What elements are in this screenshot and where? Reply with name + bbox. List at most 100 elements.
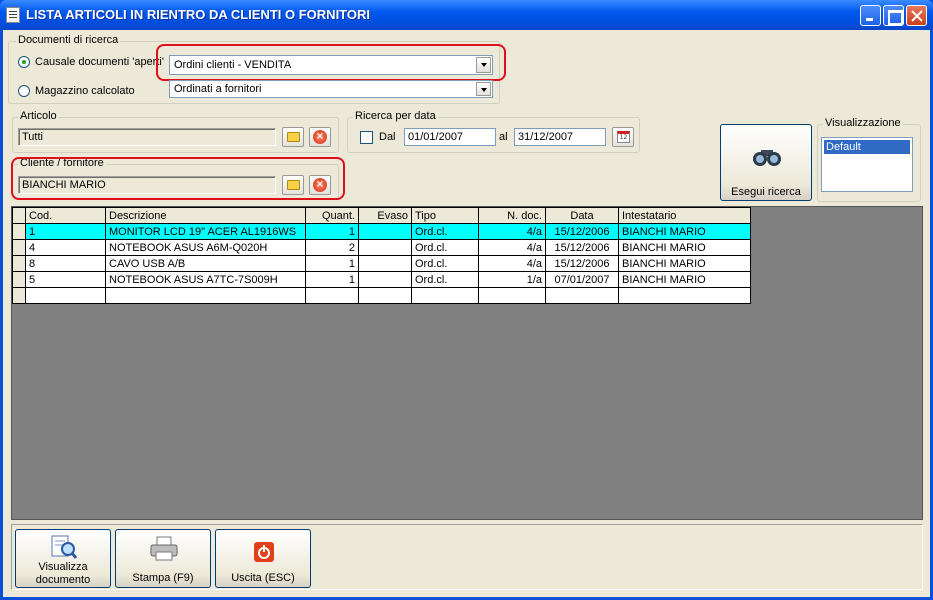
dal-checkbox[interactable]	[360, 131, 373, 144]
col-descrizione[interactable]: Descrizione	[105, 207, 306, 224]
col-cod[interactable]: Cod.	[25, 207, 106, 224]
row-indicator[interactable]	[12, 287, 26, 304]
cell-cod[interactable]: 8	[25, 255, 106, 272]
dal-date-input[interactable]: 01/01/2007	[404, 128, 496, 146]
visualizzazione-legend: Visualizzazione	[823, 117, 903, 129]
cell-quant[interactable]: 1	[305, 255, 359, 272]
cell-quant[interactable]: 1	[305, 271, 359, 288]
cell-data[interactable]: 15/12/2006	[545, 255, 619, 272]
row-indicator[interactable]	[12, 271, 26, 288]
cell-tipo[interactable]: Ord.cl.	[411, 271, 479, 288]
cell-descrizione[interactable]: NOTEBOOK ASUS A6M-Q020H	[105, 239, 306, 256]
cell-descrizione[interactable]: CAVO USB A/B	[105, 255, 306, 272]
cell-evaso[interactable]	[358, 271, 412, 288]
al-label: al	[499, 131, 508, 143]
row-indicator-header	[12, 207, 26, 224]
cell-empty[interactable]	[25, 287, 106, 304]
col-tipo[interactable]: Tipo	[411, 207, 479, 224]
stampa-button[interactable]: Stampa (F9)	[115, 529, 211, 588]
cell-evaso[interactable]	[358, 223, 412, 240]
visualizzazione-item-default[interactable]: Default	[824, 140, 910, 154]
cell-intestatario[interactable]: BIANCHI MARIO	[618, 255, 751, 272]
cell-tipo[interactable]: Ord.cl.	[411, 223, 479, 240]
results-grid-panel: Cod. Descrizione Quant. Evaso Tipo N. do…	[11, 206, 923, 520]
document-search-icon	[51, 535, 78, 559]
table-row-new[interactable]	[12, 287, 751, 304]
col-quant[interactable]: Quant.	[305, 207, 359, 224]
articolo-legend: Articolo	[18, 110, 59, 122]
dal-label: Dal	[379, 131, 396, 143]
cell-evaso[interactable]	[358, 239, 412, 256]
cell-cod[interactable]: 5	[25, 271, 106, 288]
cell-empty[interactable]	[411, 287, 479, 304]
articolo-clear-button[interactable]: ×	[309, 127, 331, 147]
row-indicator[interactable]	[12, 255, 26, 272]
magazzino-radio[interactable]	[18, 85, 30, 97]
articolo-value: Tutti	[22, 131, 43, 143]
cell-intestatario[interactable]: BIANCHI MARIO	[618, 271, 751, 288]
cell-empty[interactable]	[105, 287, 306, 304]
stampa-label: Stampa (F9)	[132, 572, 194, 584]
cell-cod[interactable]: 1	[25, 223, 106, 240]
printer-icon	[150, 536, 178, 561]
table-row[interactable]: 4 NOTEBOOK ASUS A6M-Q020H 2 Ord.cl. 4/a …	[12, 239, 751, 256]
col-evaso[interactable]: Evaso	[358, 207, 412, 224]
document-app-icon	[6, 7, 20, 23]
calendar-icon: 12	[617, 131, 630, 143]
cell-ndoc[interactable]: 4/a	[478, 255, 546, 272]
al-date-input[interactable]: 31/12/2007	[514, 128, 606, 146]
cell-data[interactable]: 15/12/2006	[545, 223, 619, 240]
cell-empty[interactable]	[618, 287, 751, 304]
cell-empty[interactable]	[305, 287, 359, 304]
grid-header: Cod. Descrizione Quant. Evaso Tipo N. do…	[12, 207, 751, 224]
maximize-button[interactable]	[883, 5, 904, 26]
cell-descrizione[interactable]: NOTEBOOK ASUS A7TC-7S009H	[105, 271, 306, 288]
articolo-browse-button[interactable]	[282, 127, 304, 147]
row-indicator[interactable]	[12, 223, 26, 240]
close-button[interactable]	[906, 5, 927, 26]
cell-intestatario[interactable]: BIANCHI MARIO	[618, 239, 751, 256]
binoculars-icon	[753, 150, 781, 166]
cell-data[interactable]: 07/01/2007	[545, 271, 619, 288]
close-icon: ×	[313, 130, 327, 144]
calendar-button[interactable]: 12	[612, 127, 634, 147]
cell-cod[interactable]: 4	[25, 239, 106, 256]
causale-radio[interactable]	[18, 56, 30, 68]
col-intestatario[interactable]: Intestatario	[618, 207, 751, 224]
uscita-button[interactable]: Uscita (ESC)	[215, 529, 311, 588]
row-indicator[interactable]	[12, 239, 26, 256]
minimize-button[interactable]	[860, 5, 881, 26]
cell-intestatario[interactable]: BIANCHI MARIO	[618, 223, 751, 240]
visualizzazione-list[interactable]: Default	[821, 137, 913, 192]
esegui-ricerca-button[interactable]: Esegui ricerca	[720, 124, 812, 201]
visualizza-label-1: Visualizza	[38, 561, 88, 573]
col-ndoc[interactable]: N. doc.	[478, 207, 546, 224]
cell-ndoc[interactable]: 1/a	[478, 271, 546, 288]
table-row[interactable]: 5 NOTEBOOK ASUS A7TC-7S009H 1 Ord.cl. 1/…	[12, 271, 751, 288]
cell-empty[interactable]	[545, 287, 619, 304]
magazzino-value: Ordinati a fornitori	[174, 83, 262, 95]
folder-icon	[287, 132, 300, 142]
cell-quant[interactable]: 2	[305, 239, 359, 256]
magazzino-label[interactable]: Magazzino calcolato	[35, 85, 135, 97]
cell-evaso[interactable]	[358, 255, 412, 272]
causale-highlight	[156, 44, 506, 81]
visualizza-documento-button[interactable]: Visualizza documento	[15, 529, 111, 588]
chevron-down-icon[interactable]	[476, 82, 491, 96]
cell-quant[interactable]: 1	[305, 223, 359, 240]
magazzino-select[interactable]: Ordinati a fornitori	[169, 80, 493, 98]
cell-tipo[interactable]: Ord.cl.	[411, 239, 479, 256]
table-row[interactable]: 1 MONITOR LCD 19" ACER AL1916WS 1 Ord.cl…	[12, 223, 751, 240]
cell-empty[interactable]	[478, 287, 546, 304]
cell-tipo[interactable]: Ord.cl.	[411, 255, 479, 272]
col-data[interactable]: Data	[545, 207, 619, 224]
cell-ndoc[interactable]: 4/a	[478, 223, 546, 240]
table-row[interactable]: 8 CAVO USB A/B 1 Ord.cl. 4/a 15/12/2006 …	[12, 255, 751, 272]
causale-label[interactable]: Causale documenti 'aperti'	[35, 56, 164, 68]
cell-descrizione[interactable]: MONITOR LCD 19" ACER AL1916WS	[105, 223, 306, 240]
cell-data[interactable]: 15/12/2006	[545, 239, 619, 256]
cell-empty[interactable]	[358, 287, 412, 304]
cell-ndoc[interactable]: 4/a	[478, 239, 546, 256]
ricerca-data-legend: Ricerca per data	[353, 110, 438, 122]
main-window: LISTA ARTICOLI IN RIENTRO DA CLIENTI O F…	[0, 0, 933, 600]
